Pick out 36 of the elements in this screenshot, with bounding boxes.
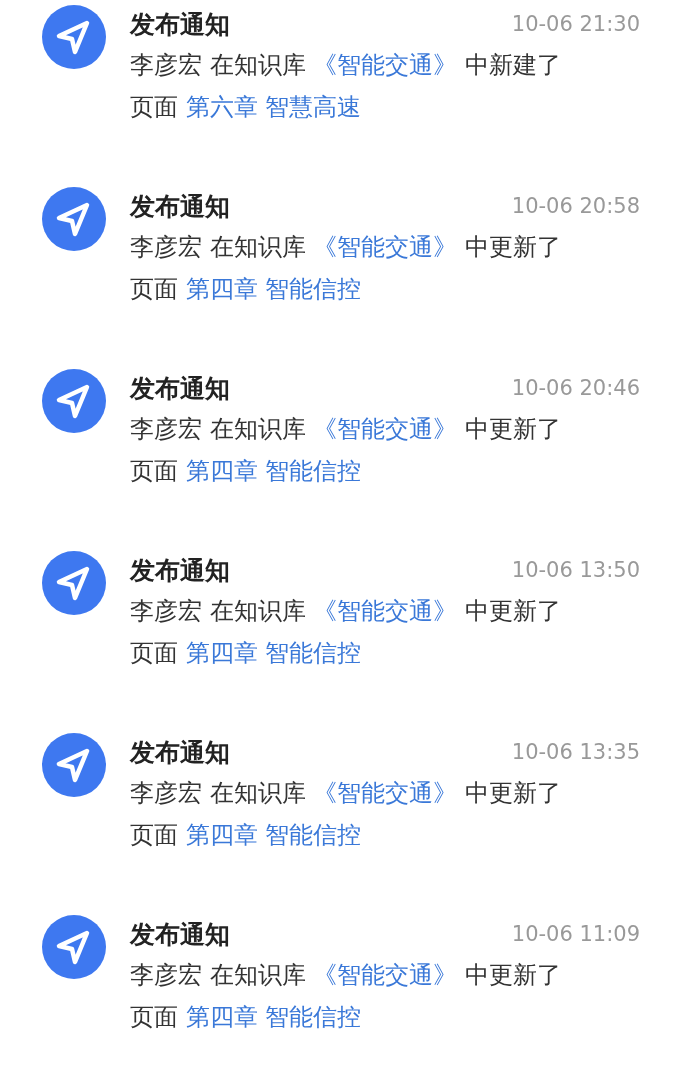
notification-title: 发布通知 bbox=[130, 736, 230, 769]
page-link[interactable]: 《智能交通》 bbox=[313, 233, 458, 261]
notification-title: 发布通知 bbox=[130, 8, 230, 41]
timestamp: 10-06 13:50 bbox=[511, 558, 640, 582]
notification-title: 发布通知 bbox=[130, 918, 230, 951]
page-link[interactable]: 《智能交通》 bbox=[313, 597, 458, 625]
page-link[interactable]: 第四章 智能信控 bbox=[185, 821, 362, 849]
page-link[interactable]: 第四章 智能信控 bbox=[185, 1003, 362, 1031]
notification-message: 李彦宏 在知识库 《智能交通》 中新建了 页面 第六章 智慧高速 bbox=[130, 50, 562, 123]
page-link[interactable]: 《智能交通》 bbox=[313, 779, 458, 807]
page-link[interactable]: 第四章 智能信控 bbox=[185, 275, 362, 303]
page-link[interactable]: 第六章 智慧高速 bbox=[185, 93, 362, 121]
timestamp: 10-06 11:09 bbox=[511, 922, 640, 946]
notification-message: 李彦宏 在知识库 《智能交通》 中更新了 页面 第四章 智能信控 bbox=[130, 960, 562, 1033]
notification-title: 发布通知 bbox=[130, 372, 230, 405]
notification-title: 发布通知 bbox=[130, 554, 230, 587]
timestamp: 10-06 21:30 bbox=[511, 12, 640, 36]
notification-title: 发布通知 bbox=[130, 190, 230, 223]
page-link[interactable]: 第四章 智能信控 bbox=[185, 457, 362, 485]
page-link[interactable]: 《智能交通》 bbox=[313, 415, 458, 443]
send-icon bbox=[42, 369, 106, 433]
page-link[interactable]: 《智能交通》 bbox=[313, 51, 458, 79]
notification-message: 李彦宏 在知识库 《智能交通》 中更新了 页面 第四章 智能信控 bbox=[130, 414, 562, 487]
send-icon bbox=[42, 187, 106, 251]
send-icon bbox=[42, 551, 106, 615]
send-icon bbox=[42, 5, 106, 69]
notification-message: 李彦宏 在知识库 《智能交通》 中更新了 页面 第四章 智能信控 bbox=[130, 596, 562, 669]
timestamp: 10-06 13:35 bbox=[511, 740, 640, 764]
timestamp: 10-06 20:46 bbox=[511, 376, 640, 400]
page-link[interactable]: 《智能交通》 bbox=[313, 961, 458, 989]
notification-message: 李彦宏 在知识库 《智能交通》 中更新了 页面 第四章 智能信控 bbox=[130, 232, 562, 305]
send-icon bbox=[42, 733, 106, 797]
page-link[interactable]: 第四章 智能信控 bbox=[185, 639, 362, 667]
timestamp: 10-06 20:58 bbox=[511, 194, 640, 218]
send-icon bbox=[42, 915, 106, 979]
notification-message: 李彦宏 在知识库 《智能交通》 中更新了 页面 第四章 智能信控 bbox=[130, 778, 562, 851]
